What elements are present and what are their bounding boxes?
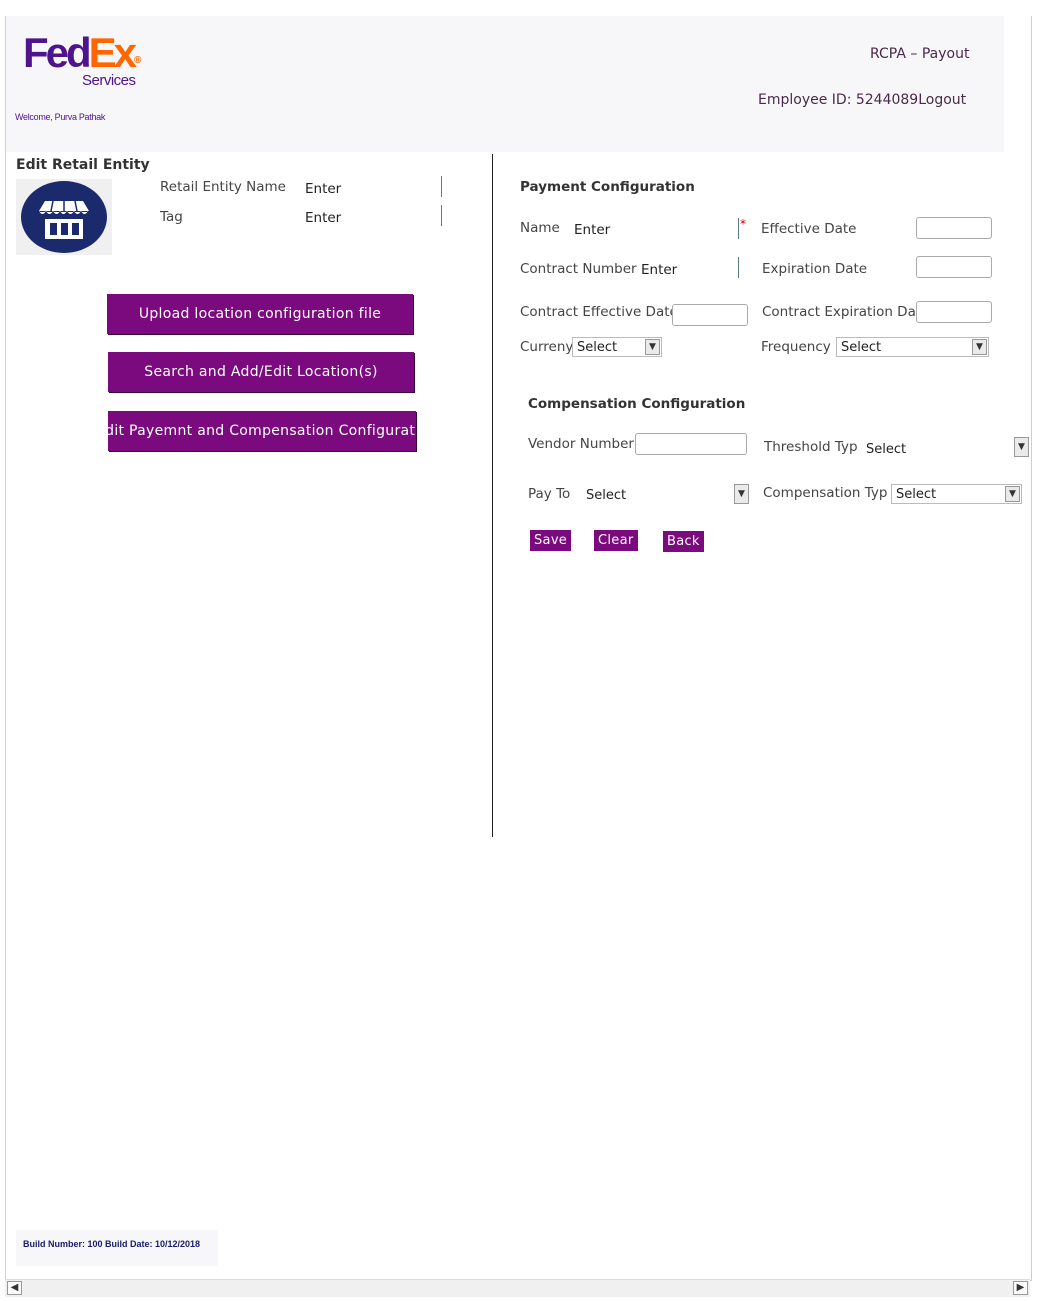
currency-label: Curreny <box>520 339 574 355</box>
store-icon <box>21 181 107 253</box>
header: FedEx® Services Welcome, Purva Pathak RC… <box>6 16 1004 152</box>
chevron-down-icon[interactable]: ▼ <box>645 339 660 355</box>
search-add-edit-location-button[interactable]: Search and Add/Edit Location(s) <box>108 352 414 392</box>
currency-select-value: Select <box>577 340 618 355</box>
payment-name-cursor <box>738 218 739 239</box>
employee-id: Employee ID: 5244089Logout <box>758 92 966 108</box>
required-marker: * <box>740 217 746 231</box>
compensation-type-select[interactable]: Select ▼ <box>891 484 1022 504</box>
scroll-right-icon[interactable]: ▶ <box>1013 1281 1028 1295</box>
compensation-configuration-title: Compensation Configuration <box>528 396 746 412</box>
vendor-number-label: Vendor Number <box>528 436 634 452</box>
scroll-left-icon[interactable]: ◀ <box>7 1281 22 1295</box>
contract-number-cursor <box>738 257 739 278</box>
threshold-type-label: Threshold Typ <box>764 439 858 455</box>
tag-cursor <box>441 205 442 226</box>
tag-input[interactable]: Enter <box>305 210 341 226</box>
contract-number-input[interactable]: Enter <box>641 262 677 278</box>
clear-button[interactable]: Clear <box>594 530 638 551</box>
logo-services-text: Services <box>82 72 136 89</box>
panel-divider <box>492 154 493 837</box>
contract-effective-date-input[interactable] <box>672 304 748 326</box>
chevron-down-icon[interactable]: ▼ <box>734 484 749 504</box>
chevron-down-icon[interactable]: ▼ <box>1005 486 1020 502</box>
frequency-select[interactable]: Select ▼ <box>836 337 989 357</box>
chevron-down-icon[interactable]: ▼ <box>1014 437 1029 457</box>
edit-retail-entity-title: Edit Retail Entity <box>16 157 150 173</box>
contract-effective-date-label: Contract Effective Date <box>520 304 678 320</box>
payment-name-label: Name <box>520 220 560 236</box>
frequency-label: Frequency <box>761 339 831 355</box>
employee-id-text: Employee ID: 5244089 <box>758 92 919 108</box>
back-button[interactable]: Back <box>663 531 704 552</box>
app-title: RCPA – Payout <box>870 46 970 62</box>
contract-number-label: Contract Number <box>520 261 637 277</box>
expiration-date-label: Expiration Date <box>762 261 868 277</box>
payment-configuration-title: Payment Configuration <box>520 179 695 195</box>
vendor-number-input[interactable] <box>635 433 747 455</box>
compensation-type-label: Compensation Typ <box>763 485 888 501</box>
compensation-type-select-value: Select <box>896 487 937 502</box>
welcome-text: Welcome, Purva Pathak <box>15 112 106 122</box>
edit-payment-compensation-button[interactable]: Edit Payemnt and Compensation Configurat… <box>108 411 416 451</box>
retail-entity-name-label: Retail Entity Name <box>160 179 286 195</box>
entity-avatar <box>16 179 112 255</box>
build-info: Build Number: 100 Build Date: 10/12/2018 <box>23 1239 201 1249</box>
tag-label: Tag <box>160 209 183 225</box>
effective-date-label: Effective Date <box>761 221 857 237</box>
frequency-select-value: Select <box>841 340 882 355</box>
chevron-down-icon[interactable]: ▼ <box>972 339 987 355</box>
save-button[interactable]: Save <box>530 530 572 551</box>
currency-select[interactable]: Select ▼ <box>572 337 662 357</box>
pay-to-label: Pay To <box>528 486 571 502</box>
footer: Build Number: 100 Build Date: 10/12/2018 <box>16 1230 218 1266</box>
logout-link[interactable]: Logout <box>918 92 966 108</box>
expiration-date-input[interactable] <box>916 256 992 278</box>
fedex-logo: FedEx® <box>23 29 142 76</box>
pay-to-value[interactable]: Select <box>586 488 626 503</box>
retail-entity-name-input[interactable]: Enter <box>305 181 341 197</box>
upload-location-config-button[interactable]: Upload location configuration file <box>107 294 413 334</box>
threshold-type-value[interactable]: Select <box>866 442 906 457</box>
contract-expiration-date-label: Contract Expiration Da <box>762 304 916 320</box>
retail-entity-name-cursor <box>441 176 442 197</box>
effective-date-input[interactable] <box>916 217 992 239</box>
contract-expiration-date-input[interactable] <box>916 301 992 323</box>
horizontal-scrollbar[interactable]: ◀ ▶ <box>5 1279 1030 1297</box>
page-frame <box>5 16 1032 1281</box>
payment-name-input[interactable]: Enter <box>574 222 610 238</box>
